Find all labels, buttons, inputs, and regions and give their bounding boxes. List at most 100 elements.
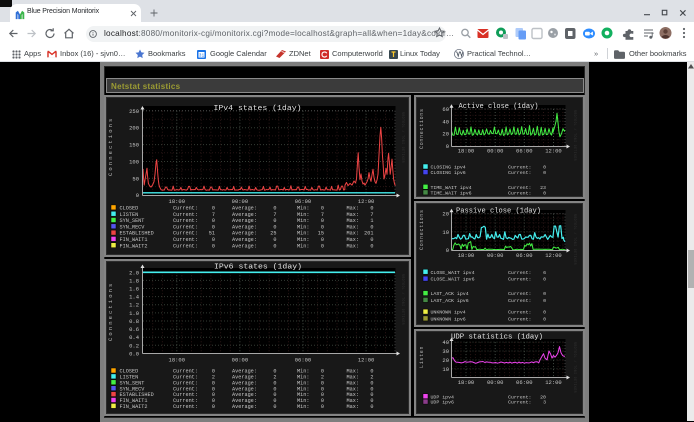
svg-text:Max:: Max: (347, 224, 359, 230)
svg-text:0: 0 (273, 224, 276, 230)
svg-text:0: 0 (543, 298, 546, 304)
svg-text:0: 0 (370, 224, 373, 230)
svg-text:Current:: Current: (508, 277, 531, 283)
svg-text:UNKNOWN ipv6: UNKNOWN ipv6 (431, 317, 466, 323)
svg-text:Average:: Average: (232, 237, 257, 243)
svg-text:0: 0 (273, 243, 276, 249)
svg-text:40: 40 (442, 339, 449, 346)
svg-text:20: 20 (442, 131, 449, 138)
svg-text:CLOSING ipv6: CLOSING ipv6 (431, 170, 466, 176)
svg-text:FIN_WAIT2: FIN_WAIT2 (120, 243, 148, 249)
svg-text:18:00: 18:00 (458, 379, 475, 386)
svg-text:FIN_WAIT1: FIN_WAIT1 (120, 237, 148, 243)
svg-text:Connections: Connections (107, 282, 114, 341)
svg-text:UDP statistics (1day): UDP statistics (1day) (451, 334, 543, 342)
svg-text:Current:: Current: (173, 404, 198, 410)
svg-text:200: 200 (129, 125, 139, 132)
svg-text:Connections: Connections (107, 117, 114, 176)
svg-text:0: 0 (321, 224, 324, 230)
svg-text:0: 0 (321, 218, 324, 224)
svg-text:Average:: Average: (232, 224, 257, 230)
svg-text:150: 150 (129, 142, 139, 149)
svg-text:0: 0 (273, 218, 276, 224)
svg-text:Current:: Current: (508, 191, 531, 197)
svg-text:Min:: Min: (297, 212, 309, 218)
svg-text:6: 6 (543, 270, 546, 276)
svg-text:Max:: Max: (347, 218, 359, 224)
svg-text:Current:: Current: (173, 212, 198, 218)
svg-text:RRDTOOL / TOBI OETIKER: RRDTOOL / TOBI OETIKER (401, 274, 405, 325)
svg-text:12:00: 12:00 (545, 252, 562, 259)
svg-text:06:00: 06:00 (295, 357, 312, 364)
svg-text:00:00: 00:00 (487, 148, 504, 155)
svg-text:0.4: 0.4 (129, 334, 140, 341)
svg-text:0: 0 (273, 404, 276, 410)
svg-text:IPv6 states (1day): IPv6 states (1day) (214, 264, 302, 272)
svg-text:LAST_ACK ipv6: LAST_ACK ipv6 (431, 298, 469, 304)
svg-text:UNKNOWN ipv4: UNKNOWN ipv4 (431, 310, 466, 316)
svg-text:IPv4 states (1day): IPv4 states (1day) (214, 105, 302, 113)
svg-text:Current:: Current: (508, 185, 531, 191)
svg-text:SYN_SENT: SYN_SENT (120, 218, 145, 224)
svg-text:Average:: Average: (232, 243, 257, 249)
svg-text:0.6: 0.6 (129, 326, 139, 333)
svg-text:Current:: Current: (173, 218, 198, 224)
svg-text:Current:: Current: (508, 270, 531, 276)
svg-text:0: 0 (543, 277, 546, 283)
svg-text:0: 0 (212, 237, 215, 243)
svg-text:CLOSED: CLOSED (120, 206, 139, 212)
svg-text:Connections: Connections (419, 108, 425, 149)
svg-text:Connections: Connections (419, 209, 425, 250)
svg-text:51: 51 (209, 231, 215, 237)
svg-text:0: 0 (212, 404, 215, 410)
svg-text:Average:: Average: (232, 218, 257, 224)
svg-text:0: 0 (446, 143, 449, 150)
svg-text:00:00: 00:00 (232, 357, 249, 364)
svg-text:Current:: Current: (173, 243, 198, 249)
svg-text:Min:: Min: (297, 404, 309, 410)
svg-text:Listen: Listen (419, 346, 425, 368)
svg-text:CLOSING ipv4: CLOSING ipv4 (431, 165, 466, 171)
svg-text:20: 20 (442, 357, 449, 364)
svg-text:1.0: 1.0 (129, 310, 139, 317)
svg-text:3: 3 (543, 400, 546, 406)
svg-text:7: 7 (212, 212, 215, 218)
svg-text:RRDTOOL / TOBI OETIKER: RRDTOOL / TOBI OETIKER (401, 112, 405, 163)
svg-text:RRDTOOL / TOBI OETIKER: RRDTOOL / TOBI OETIKER (573, 342, 577, 393)
svg-text:Min:: Min: (297, 224, 309, 230)
svg-text:0.0: 0.0 (129, 350, 139, 357)
svg-text:0: 0 (543, 291, 546, 297)
svg-text:18:00: 18:00 (458, 148, 475, 155)
svg-text:SYN_RECV: SYN_RECV (120, 224, 146, 230)
svg-text:7: 7 (321, 212, 324, 218)
svg-text:60: 60 (442, 106, 449, 113)
svg-text:Current:: Current: (508, 170, 531, 176)
svg-text:Passive close (1day): Passive close (1day) (456, 208, 541, 216)
svg-text:Current:: Current: (508, 394, 531, 400)
svg-text:0: 0 (212, 224, 215, 230)
svg-text:250: 250 (129, 108, 139, 115)
svg-text:Min:: Min: (297, 231, 309, 237)
svg-text:30: 30 (442, 348, 449, 355)
svg-text:LAST_ACK ipv4: LAST_ACK ipv4 (431, 291, 469, 297)
svg-text:Current:: Current: (508, 310, 531, 316)
svg-text:Current:: Current: (508, 400, 531, 406)
svg-text:CLOSE_WAIT ipv4: CLOSE_WAIT ipv4 (431, 270, 475, 276)
svg-text:0: 0 (212, 206, 215, 212)
svg-text:1: 1 (370, 218, 373, 224)
svg-text:0: 0 (543, 317, 546, 323)
svg-text:12:00: 12:00 (358, 357, 375, 364)
svg-text:15: 15 (318, 231, 324, 237)
svg-text:12:00: 12:00 (545, 148, 562, 155)
svg-text:Current:: Current: (173, 231, 198, 237)
svg-text:10: 10 (442, 366, 449, 373)
svg-text:0: 0 (446, 247, 449, 254)
svg-text:0.2: 0.2 (129, 342, 139, 349)
svg-text:CLOSE_WAIT ipv6: CLOSE_WAIT ipv6 (431, 277, 475, 283)
svg-text:18:00: 18:00 (169, 357, 186, 364)
svg-text:Average:: Average: (232, 404, 257, 410)
svg-text:Active close (1day): Active close (1day) (459, 103, 539, 111)
svg-text:1.4: 1.4 (129, 294, 140, 301)
svg-text:TIME_WAIT ipv6: TIME_WAIT ipv6 (431, 191, 472, 197)
svg-text:Current:: Current: (508, 165, 531, 171)
